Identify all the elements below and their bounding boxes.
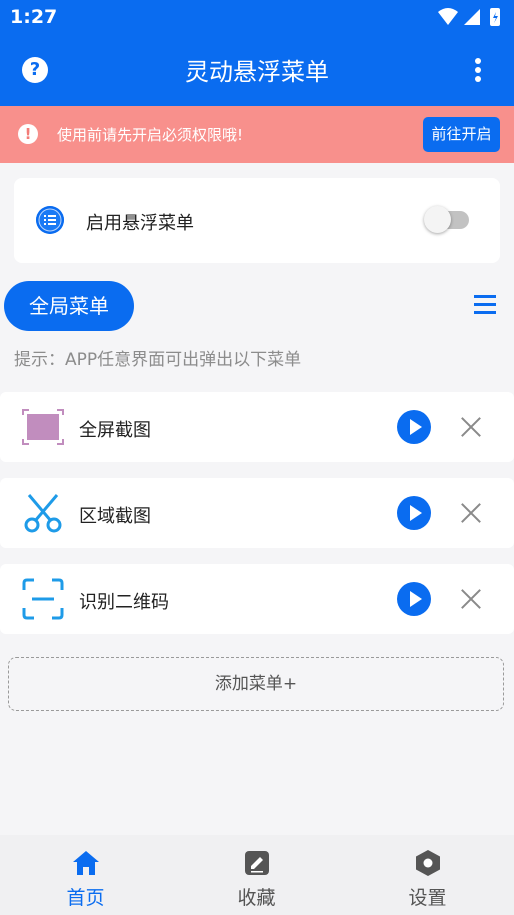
list-menu-icon (36, 206, 64, 234)
menu-item-row[interactable] (0, 478, 514, 548)
banner-text: 使用前请先开启必须权限哦! (57, 126, 244, 144)
close-icon[interactable] (459, 501, 483, 525)
status-icons (438, 8, 500, 26)
menu-item-label: 识别二维码 (79, 592, 169, 613)
enable-floating-menu-label: 启用悬浮菜单 (86, 213, 194, 234)
home-icon (73, 851, 99, 875)
nav-label: 首页 (66, 887, 105, 909)
go-enable-button[interactable]: 前往开启 (423, 117, 500, 152)
close-icon[interactable] (459, 415, 483, 439)
wifi-icon (438, 8, 458, 25)
signal-icon (464, 9, 480, 25)
menu-item-row[interactable] (0, 392, 514, 462)
nav-item-favorites[interactable]: 收藏 (171, 835, 342, 915)
add-menu-button[interactable]: 添加菜单+ (8, 657, 504, 711)
qr-scan-icon (22, 578, 64, 620)
play-icon[interactable] (397, 410, 431, 444)
app-title: 灵动悬浮菜单 (185, 58, 329, 86)
edit-note-icon (245, 851, 269, 875)
hint-text: 提示：APP任意界面可出弹出以下菜单 (14, 350, 302, 370)
hamburger-menu-icon[interactable] (474, 295, 496, 315)
nav-label: 设置 (408, 887, 447, 909)
more-options-icon[interactable] (466, 56, 490, 84)
fullscreen-screenshot-icon (22, 409, 64, 445)
play-icon[interactable] (397, 582, 431, 616)
enable-toggle-thumb[interactable] (424, 206, 451, 233)
menu-item-label: 区域截图 (79, 506, 151, 527)
settings-hexagon-icon (416, 850, 440, 876)
nav-item-settings[interactable]: 设置 (342, 835, 513, 915)
menu-item-row[interactable] (0, 564, 514, 634)
close-icon[interactable] (459, 587, 483, 611)
tab-global-menu[interactable]: 全局菜单 (4, 281, 134, 331)
menu-item-label: 全屏截图 (79, 420, 151, 441)
status-time: 1:27 (10, 6, 58, 28)
play-icon[interactable] (397, 496, 431, 530)
nav-item-home[interactable]: 首页 (0, 835, 171, 915)
scissors-icon (24, 494, 62, 533)
nav-label: 收藏 (237, 887, 276, 909)
alert-icon: ! (18, 124, 38, 144)
